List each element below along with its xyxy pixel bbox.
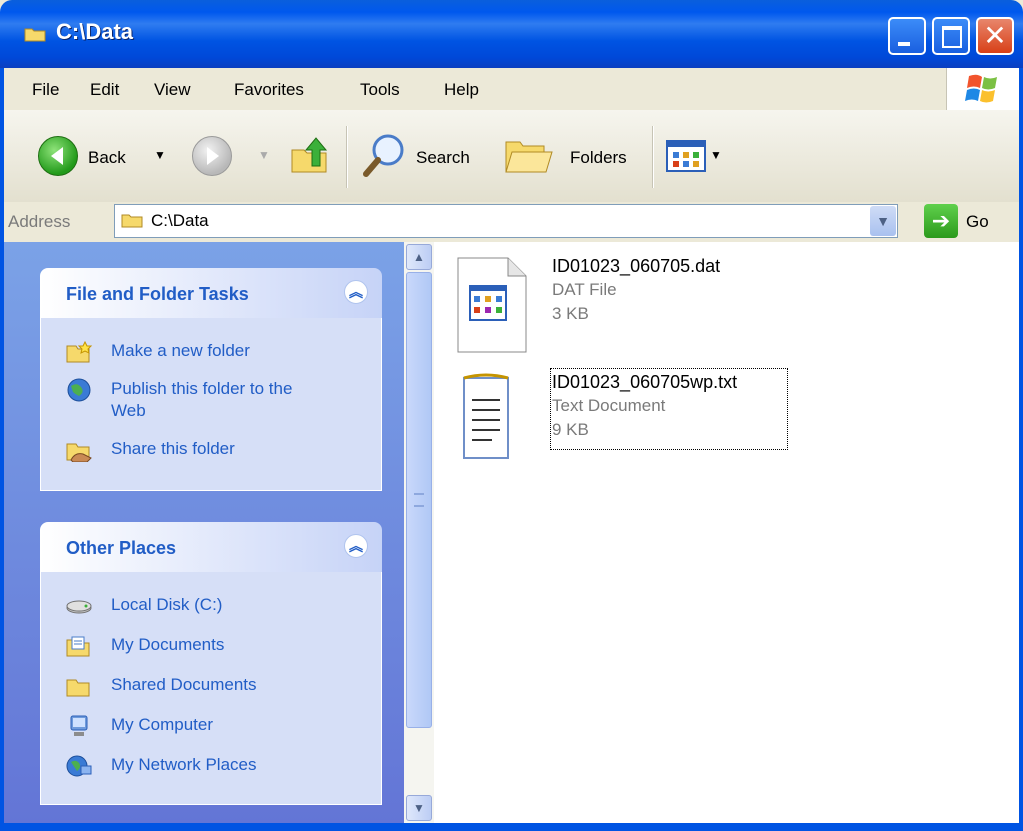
local-disk-icon — [66, 600, 92, 614]
up-folder-icon — [291, 137, 328, 173]
views-dropdown-icon[interactable]: ▼ — [710, 148, 722, 162]
file-type: Text Document — [552, 396, 666, 415]
toolbar-separator — [652, 126, 654, 188]
search-icon — [363, 134, 404, 177]
place-label: My Network Places — [111, 755, 257, 774]
menu-edit[interactable]: Edit — [90, 80, 119, 100]
place-label: Local Disk (C:) — [111, 595, 223, 614]
views-icon — [666, 140, 706, 172]
menu-tools[interactable]: Tools — [360, 80, 400, 100]
place-label: My Documents — [111, 635, 225, 654]
panel-header[interactable]: Other Places ︽ — [40, 522, 382, 572]
address-label: Address — [8, 212, 71, 231]
place-label: Shared Documents — [111, 675, 257, 694]
forward-arrow-icon — [192, 136, 232, 176]
maximize-button[interactable] — [932, 17, 970, 55]
forward-dropdown-icon[interactable]: ▼ — [258, 148, 270, 162]
scroll-up-arrow-icon[interactable]: ▲ — [406, 244, 432, 270]
my-documents-icon — [66, 636, 90, 657]
task-pane: File and Folder Tasks ︽ Make a new folde… — [4, 242, 404, 823]
maximize-icon — [942, 26, 962, 48]
network-places-icon — [66, 755, 92, 777]
menu-file[interactable]: File — [32, 80, 59, 100]
panel-body: Make a new folder Publish this folder to… — [40, 318, 382, 491]
my-computer-icon — [70, 715, 88, 736]
panel-body: Local Disk (C:) My Documents Shared Docu… — [40, 572, 382, 805]
file-name: ID01023_060705.dat — [552, 256, 721, 276]
file-name: ID01023_060705wp.txt — [552, 372, 738, 392]
back-arrow-icon — [38, 136, 78, 176]
folders-icon — [505, 141, 553, 173]
file-folder-tasks-panel: File and Folder Tasks ︽ Make a new folde… — [40, 268, 382, 491]
window-frame-bottom — [0, 823, 1023, 831]
address-dropdown-icon[interactable]: ▼ — [870, 206, 896, 236]
scroll-down-arrow-icon[interactable]: ▼ — [406, 795, 432, 821]
windows-flag-icon — [965, 74, 997, 103]
scroll-thumb[interactable] — [406, 272, 432, 728]
share-folder-icon — [66, 443, 92, 462]
panel-title: File and Folder Tasks — [66, 284, 249, 304]
collapse-chevron-icon[interactable]: ︽ — [344, 280, 368, 304]
toolbar: Back ▼ ▼ Search Folders ▼ — [4, 110, 1019, 203]
scroll-grip-icon — [414, 493, 424, 507]
folder-icon — [24, 28, 46, 42]
back-dropdown-icon[interactable]: ▼ — [154, 148, 166, 162]
folders-label: Folders — [570, 148, 627, 167]
task-label: Publish this folder to the Web — [111, 379, 293, 420]
dat-file-icon — [457, 257, 527, 353]
publish-web-icon — [67, 378, 91, 402]
close-button[interactable]: ✕ — [976, 17, 1014, 55]
panel-title: Other Places — [66, 538, 177, 558]
search-label: Search — [416, 148, 470, 167]
collapse-chevron-icon[interactable]: ︽ — [344, 534, 368, 558]
close-icon: ✕ — [983, 20, 1007, 51]
panel-header[interactable]: File and Folder Tasks ︽ — [40, 268, 382, 318]
menu-help[interactable]: Help — [444, 80, 479, 100]
address-value: C:\Data — [151, 211, 209, 230]
address-bar: Address C:\Data ▼ ➔ Go — [4, 202, 1019, 242]
explorer-window: C:\Data ✕ File Edit View Favorites Tools… — [0, 0, 1023, 831]
windows-logo — [946, 68, 1019, 110]
shared-documents-icon — [66, 679, 90, 697]
text-file-icon — [463, 373, 509, 459]
toolbar-separator — [346, 126, 348, 188]
task-label: Share this folder — [111, 439, 235, 458]
place-label: My Computer — [111, 715, 214, 734]
folder-icon — [121, 214, 143, 228]
file-list: ID01023_060705.dat DAT File 3 KB ID01023… — [434, 242, 1019, 823]
new-folder-icon — [66, 340, 93, 363]
file-size: 9 KB — [552, 420, 589, 439]
minimize-button[interactable] — [888, 17, 926, 55]
file-type: DAT File — [552, 280, 617, 299]
window-frame-left — [0, 68, 4, 831]
address-input[interactable]: C:\Data — [114, 204, 898, 238]
title-bar[interactable]: C:\Data ✕ — [0, 0, 1023, 68]
window-frame-right — [1019, 68, 1023, 831]
menu-favorites[interactable]: Favorites — [234, 80, 304, 100]
menu-bar: File Edit View Favorites Tools Help — [4, 68, 1019, 111]
go-button[interactable]: Go — [966, 212, 989, 232]
minimize-icon — [898, 42, 910, 46]
other-places-panel: Other Places ︽ Local Disk (C:) My Docume… — [40, 522, 382, 805]
file-size: 3 KB — [552, 304, 589, 323]
menu-view[interactable]: View — [154, 80, 191, 100]
back-label: Back — [88, 148, 126, 167]
task-label: Make a new folder — [111, 341, 250, 360]
window-title: C:\Data — [56, 19, 134, 44]
go-arrow-icon[interactable]: ➔ — [924, 204, 958, 238]
vertical-scrollbar[interactable]: ▲ ▼ — [404, 242, 434, 823]
